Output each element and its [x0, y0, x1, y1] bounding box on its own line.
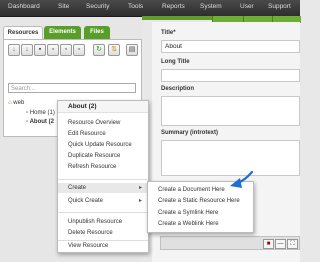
context-icon: ⌂: [8, 100, 12, 106]
nav-reports[interactable]: Reports: [162, 3, 185, 10]
nav-support[interactable]: Support: [268, 3, 291, 10]
tree-item-about[interactable]: ▫ About (2: [26, 119, 54, 125]
longtitle-label: Long Title: [161, 59, 190, 65]
submenu-create-document[interactable]: Create a Document Here: [148, 185, 253, 196]
tree-root-label: web: [13, 100, 25, 106]
nav-dashboard[interactable]: Dashboard: [8, 3, 40, 10]
title-field[interactable]: About: [161, 40, 300, 53]
menu-quick-update-resource[interactable]: Quick Update Resource: [58, 140, 148, 150]
tree-item-label: About (2: [29, 119, 54, 125]
submenu-create-weblink[interactable]: Create a Weblink Here: [148, 219, 253, 230]
nav-site[interactable]: Site: [58, 3, 69, 10]
submenu-arrow-icon: ▸: [138, 185, 142, 191]
submenu-create-static-resource[interactable]: Create a Static Resource Here: [148, 196, 253, 207]
new-weblink-icon[interactable]: ↓: [21, 44, 33, 56]
menu-create-label: Create: [68, 185, 87, 191]
nav-system[interactable]: System: [200, 3, 222, 10]
new-document-alt-icon[interactable]: ▫: [60, 44, 72, 56]
menu-view-resource[interactable]: View Resource: [58, 241, 148, 251]
new-file-icon[interactable]: ▫: [73, 44, 85, 56]
submenu-create-symlink[interactable]: Create a Symlink Here: [148, 208, 253, 219]
menu-quick-create[interactable]: Quick Create ▸: [58, 196, 148, 206]
submenu-arrow-icon: ▸: [138, 198, 142, 204]
document-icon: ▫: [26, 110, 29, 116]
context-menu-header: About (2): [58, 101, 148, 113]
description-label: Description: [161, 86, 195, 92]
horizontal-rule-icon[interactable]: —: [275, 239, 286, 249]
tree-root[interactable]: ⌂ web: [8, 100, 24, 106]
tree-search-input[interactable]: Search...: [8, 83, 136, 93]
tab-elements[interactable]: Elements: [44, 26, 81, 39]
new-document-icon[interactable]: ↓: [8, 44, 20, 56]
menu-refresh-resource[interactable]: Refresh Resource: [58, 162, 148, 172]
nav-security[interactable]: Security: [86, 3, 109, 10]
menu-separator: [58, 212, 148, 213]
document-icon: ▫: [26, 119, 29, 125]
create-submenu: Create a Document Here Create a Static R…: [147, 181, 254, 233]
new-symlink-icon[interactable]: ▪: [34, 44, 46, 56]
tab-files[interactable]: Files: [84, 26, 110, 39]
refresh-icon[interactable]: ↻: [93, 44, 105, 56]
summary-label: Summary (introtext): [161, 130, 219, 136]
tab-resources[interactable]: Resources: [3, 26, 43, 40]
menu-unpublish-resource[interactable]: Unpublish Resource: [58, 217, 148, 227]
title-label: Title*: [161, 30, 176, 36]
summary-field[interactable]: [161, 140, 300, 176]
description-field[interactable]: [161, 96, 300, 126]
menu-duplicate-resource[interactable]: Duplicate Resource: [58, 151, 148, 161]
menu-resource-overview[interactable]: Resource Overview: [58, 118, 148, 128]
fullscreen-icon[interactable]: ⛶: [287, 239, 298, 249]
sort-icon[interactable]: ⇅: [108, 44, 120, 56]
top-navigation-bar: Dashboard Site Security Tools Reports Sy…: [0, 0, 300, 17]
resource-context-menu: About (2) Resource Overview Edit Resourc…: [57, 100, 149, 253]
tree-item-label: Home (1): [29, 110, 55, 116]
nav-user[interactable]: User: [240, 3, 254, 10]
tree-item-home[interactable]: ▫ Home (1): [26, 110, 55, 116]
rich-text-toolbar: ■ — ⛶: [160, 236, 300, 250]
pdf-icon[interactable]: ■: [263, 239, 274, 249]
menu-separator: [58, 179, 148, 180]
purge-icon[interactable]: ▤: [126, 44, 138, 56]
menu-create[interactable]: Create ▸: [58, 183, 148, 193]
longtitle-field[interactable]: [161, 69, 300, 82]
new-static-icon[interactable]: ▫: [47, 44, 59, 56]
menu-edit-resource[interactable]: Edit Resource: [58, 129, 148, 139]
nav-tools[interactable]: Tools: [128, 3, 143, 10]
menu-delete-resource[interactable]: Delete Resource: [58, 228, 148, 238]
menu-quick-create-label: Quick Create: [68, 198, 104, 204]
